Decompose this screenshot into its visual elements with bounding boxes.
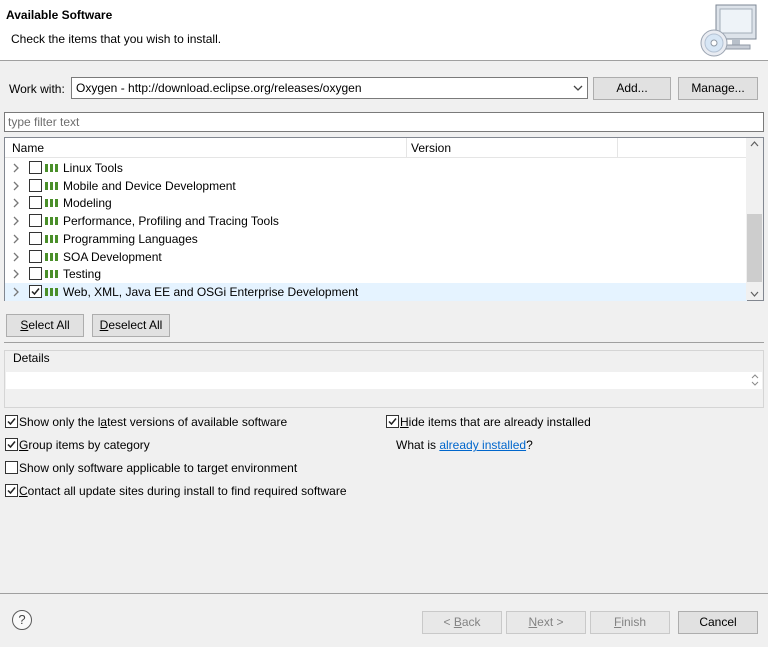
chevron-right-icon[interactable] <box>12 234 20 244</box>
manage-button[interactable]: Manage... <box>678 77 758 100</box>
already-installed-text: What is already installed? <box>396 438 533 452</box>
what-is-text: What is <box>396 438 440 452</box>
package-icon <box>45 252 58 261</box>
tree-item-label: Web, XML, Java EE and OSGi Enterprise De… <box>63 284 359 299</box>
column-header-version[interactable]: Version <box>411 141 451 155</box>
tree-row[interactable]: Testing <box>5 265 747 283</box>
install-software-banner-icon <box>700 4 757 57</box>
deselect-all-button[interactable]: Deselect All <box>92 314 170 337</box>
tree-row[interactable]: Performance, Profiling and Tracing Tools <box>5 212 747 230</box>
chevron-right-icon[interactable] <box>12 269 20 279</box>
page-description: Check the items that you wish to install… <box>11 32 222 46</box>
package-icon <box>45 287 58 296</box>
tree-item-checkbox[interactable] <box>29 214 42 228</box>
tree-item-label: Mobile and Device Development <box>63 178 236 193</box>
tree-item-label: Performance, Profiling and Tracing Tools <box>63 214 279 229</box>
back-button[interactable]: < Back <box>422 611 502 634</box>
tree-item-checkbox[interactable] <box>29 178 42 192</box>
chevron-down-icon[interactable] <box>572 82 584 94</box>
tree-item-checkbox[interactable] <box>29 284 42 298</box>
work-with-label: Work with: <box>9 82 65 96</box>
tree-item-checkbox[interactable] <box>29 231 42 245</box>
footer-separator <box>0 593 768 594</box>
scroll-thumb[interactable] <box>747 214 762 282</box>
details-scroll-icon[interactable] <box>750 373 760 387</box>
latest-versions-checkbox[interactable] <box>5 415 18 428</box>
tree-item-checkbox[interactable] <box>29 196 42 210</box>
group-by-category-label[interactable]: Group items by category <box>19 438 150 452</box>
tree-item-label: Modeling <box>63 196 112 211</box>
select-all-button[interactable]: Select All <box>6 314 84 337</box>
tree-scrollbar[interactable] <box>746 138 763 300</box>
separator <box>4 342 764 343</box>
column-header-name[interactable]: Name <box>12 141 44 155</box>
tree-item-checkbox[interactable] <box>29 267 42 281</box>
package-icon <box>45 234 58 243</box>
package-icon <box>45 217 58 226</box>
tree-row[interactable]: Web, XML, Java EE and OSGi Enterprise De… <box>5 282 747 301</box>
next-button[interactable]: Next > <box>506 611 586 634</box>
tree-item-label: SOA Development <box>63 249 162 264</box>
page-title: Available Software <box>6 8 113 22</box>
tree-header: Name Version <box>5 138 747 158</box>
contact-sites-checkbox[interactable] <box>5 484 18 497</box>
tree-item-checkbox[interactable] <box>29 161 42 174</box>
scroll-up-icon[interactable] <box>750 141 759 147</box>
target-env-checkbox[interactable] <box>5 461 18 474</box>
chevron-right-icon[interactable] <box>12 198 20 208</box>
column-divider[interactable] <box>617 138 618 158</box>
hide-installed-checkbox[interactable] <box>386 415 399 428</box>
filter-input[interactable]: type filter text <box>4 112 764 132</box>
scroll-down-icon[interactable] <box>750 291 759 297</box>
chevron-right-icon[interactable] <box>12 252 20 262</box>
package-icon <box>45 199 58 208</box>
add-button[interactable]: Add... <box>593 77 671 100</box>
tree-item-label: Linux Tools <box>63 161 123 175</box>
details-legend: Details <box>12 351 51 365</box>
chevron-right-icon[interactable] <box>12 216 20 226</box>
help-icon[interactable]: ? <box>12 610 32 630</box>
tree-row[interactable]: Linux Tools <box>5 159 747 177</box>
hide-installed-label[interactable]: Hide items that are already installed <box>400 415 591 429</box>
latest-versions-label[interactable]: Show only the latest versions of availab… <box>19 415 287 429</box>
package-icon <box>45 164 58 172</box>
work-with-value: Oxygen - http://download.eclipse.org/rel… <box>76 81 362 95</box>
tree-item-label: Programming Languages <box>63 231 198 246</box>
column-divider[interactable] <box>406 138 407 158</box>
tree-item-checkbox[interactable] <box>29 249 42 263</box>
details-text[interactable] <box>6 372 762 389</box>
package-icon <box>45 181 58 190</box>
tree-row[interactable]: SOA Development <box>5 248 747 266</box>
tree-row[interactable]: Mobile and Device Development <box>5 177 747 195</box>
contact-sites-label[interactable]: Contact all update sites during install … <box>19 484 347 498</box>
finish-button[interactable]: Finish <box>590 611 670 634</box>
chevron-right-icon[interactable] <box>12 287 20 297</box>
group-by-category-checkbox[interactable] <box>5 438 18 451</box>
package-icon <box>45 270 58 279</box>
software-tree[interactable]: Name Version Linux Tools Mobile and Devic… <box>4 137 764 301</box>
tree-row[interactable]: Programming Languages <box>5 230 747 248</box>
already-installed-link[interactable]: already installed <box>439 438 526 452</box>
question-mark-text: ? <box>526 438 533 452</box>
work-with-combo[interactable]: Oxygen - http://download.eclipse.org/rel… <box>71 77 588 99</box>
chevron-right-icon[interactable] <box>12 163 20 173</box>
target-env-label[interactable]: Show only software applicable to target … <box>19 461 297 475</box>
tree-item-label: Testing <box>63 267 102 282</box>
dialog-header: Available Software Check the items that … <box>0 0 768 61</box>
chevron-right-icon[interactable] <box>12 181 20 191</box>
tree-row[interactable]: Modeling <box>5 194 747 212</box>
cancel-button[interactable]: Cancel <box>678 611 758 634</box>
